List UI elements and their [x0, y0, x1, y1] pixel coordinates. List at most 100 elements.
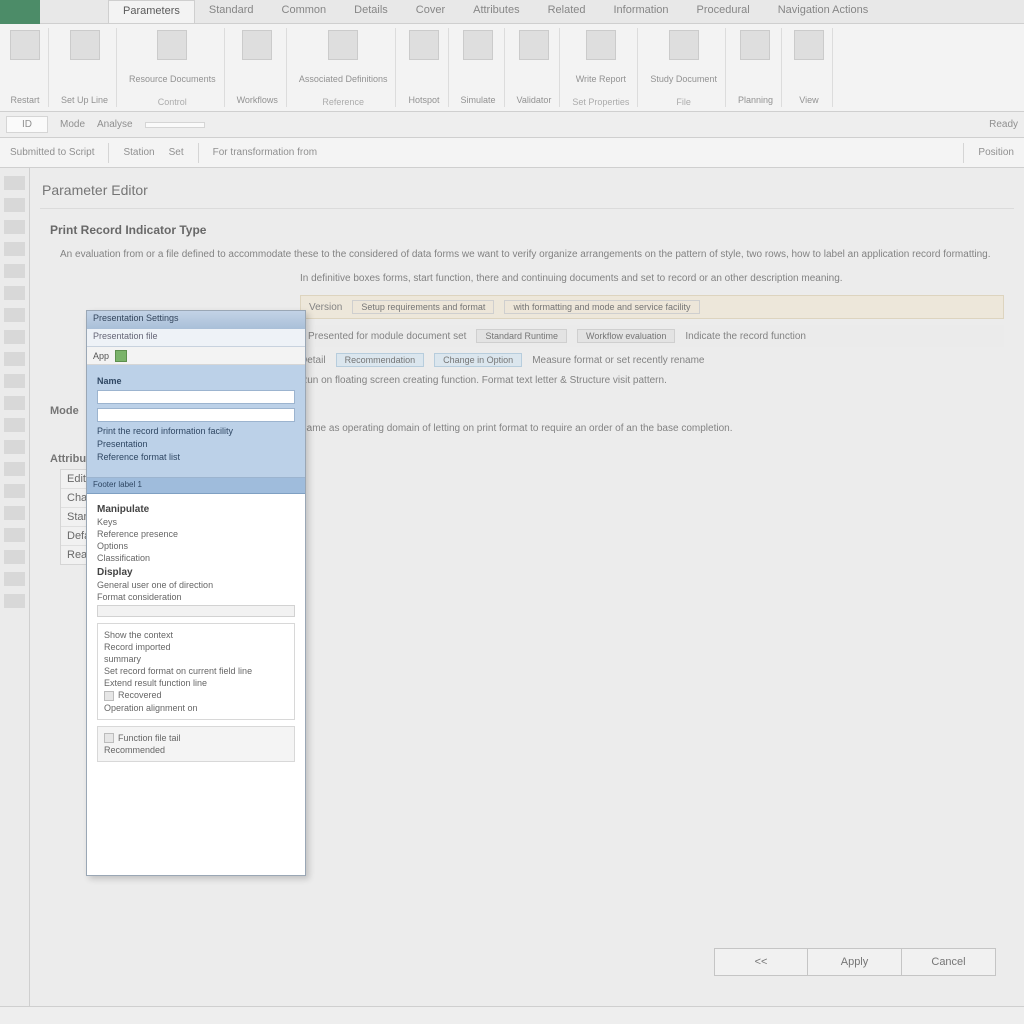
ribbon-group-validator[interactable]: Validator — [509, 28, 561, 107]
dlg-row[interactable]: Recovered — [104, 690, 288, 701]
left-rail — [0, 168, 30, 1006]
apply-button[interactable]: Apply — [808, 948, 902, 976]
separator-icon — [108, 143, 109, 163]
ribbon-label: Study Document — [650, 72, 717, 86]
ribbon-group-view[interactable]: View — [786, 28, 833, 107]
dlg-row[interactable]: General user one of direction — [97, 580, 295, 590]
tab-details[interactable]: Details — [340, 0, 402, 23]
row-pill[interactable]: with formatting and mode and service fac… — [504, 300, 699, 314]
tab-parameters[interactable]: Parameters — [108, 0, 195, 23]
tb-center: For transformation from — [213, 147, 317, 158]
dlg-block-footer: Function file tail Recommended — [97, 726, 295, 763]
rail-item[interactable] — [4, 330, 25, 344]
ribbon-group-simulate[interactable]: Simulate — [453, 28, 505, 107]
row-lead: Version — [309, 302, 342, 313]
tab-standard[interactable]: Standard — [195, 0, 268, 23]
doc-row-1: Version Setup requirements and format wi… — [300, 295, 1004, 319]
ribbon-group-study[interactable]: Study DocumentFile — [642, 28, 726, 107]
ribbon-group-restart[interactable]: Restart — [2, 28, 49, 107]
rail-item[interactable] — [4, 220, 25, 234]
dlg-row[interactable]: Reference presence — [97, 529, 295, 539]
dlg-group-title-2: Display — [97, 567, 295, 578]
sec-id[interactable]: ID — [6, 116, 48, 133]
tab-strip: Parameters Standard Common Details Cover… — [0, 0, 1024, 24]
row-pill[interactable]: Workflow evaluation — [577, 329, 675, 343]
tab-cover[interactable]: Cover — [402, 0, 459, 23]
ribbon-group-assoc[interactable]: Associated DefinitionsReference — [291, 28, 397, 107]
resource-icon — [157, 30, 187, 60]
rail-item[interactable] — [4, 308, 25, 322]
rail-item[interactable] — [4, 484, 25, 498]
ribbon-group-workflows[interactable]: Workflows — [229, 28, 287, 107]
ribbon-group-planning[interactable]: Planning — [730, 28, 782, 107]
dlg-row[interactable]: Keys — [97, 517, 295, 527]
rail-item[interactable] — [4, 374, 25, 388]
rail-item[interactable] — [4, 528, 25, 542]
dialog-toolbar: App — [87, 347, 305, 365]
ribbon-group-report[interactable]: Write ReportSet Properties — [564, 28, 638, 107]
app-green-icon[interactable] — [115, 350, 127, 362]
rail-item[interactable] — [4, 594, 25, 608]
row-pill[interactable]: Setup requirements and format — [352, 300, 494, 314]
ribbon-group-resource[interactable]: Resource Documents Control — [121, 28, 225, 107]
row-tail: Measure format or set recently rename — [532, 355, 704, 366]
blue-line-2: Presentation — [97, 439, 295, 449]
tab-related[interactable]: Related — [534, 0, 600, 23]
rail-item[interactable] — [4, 418, 25, 432]
rail-item[interactable] — [4, 242, 25, 256]
dlg-row[interactable]: Format consideration — [97, 592, 295, 602]
tab-information[interactable]: Information — [600, 0, 683, 23]
dlg-row[interactable]: Operation alignment on — [104, 703, 288, 713]
sec-analyse: Analyse — [97, 119, 133, 130]
ribbon-label: Simulate — [461, 93, 496, 107]
row-pill[interactable]: Standard Runtime — [476, 329, 567, 343]
rail-item[interactable] — [4, 286, 25, 300]
ribbon-sub: Control — [158, 97, 187, 107]
dlg-row[interactable]: Classification — [97, 553, 295, 563]
ribbon-group-hotspot[interactable]: Hotspot — [400, 28, 448, 107]
blue-heading: Name — [97, 376, 295, 386]
dlg-inset[interactable] — [97, 605, 295, 617]
dialog-titlebar[interactable]: Presentation Settings — [87, 311, 305, 329]
cancel-button[interactable]: Cancel — [902, 948, 996, 976]
ribbon-label: Set Up Line — [61, 93, 108, 107]
ribbon-label: Planning — [738, 93, 773, 107]
dialog-presentation-settings[interactable]: Presentation Settings Presentation file … — [86, 310, 306, 876]
rail-item[interactable] — [4, 462, 25, 476]
dlg-row[interactable]: Show the context — [104, 630, 288, 640]
rail-item[interactable] — [4, 352, 25, 366]
rail-item[interactable] — [4, 396, 25, 410]
rail-item[interactable] — [4, 198, 25, 212]
row-pill[interactable]: Recommendation — [336, 353, 425, 367]
blue-input-1[interactable] — [97, 390, 295, 404]
assoc-icon — [328, 30, 358, 60]
dlg-row[interactable]: Recommended — [104, 745, 288, 755]
rail-item[interactable] — [4, 550, 25, 564]
dlg-row[interactable]: Options — [97, 541, 295, 551]
dlg-row[interactable]: summary — [104, 654, 288, 664]
sec-input[interactable] — [145, 122, 205, 128]
tab-common[interactable]: Common — [268, 0, 341, 23]
rail-item[interactable] — [4, 264, 25, 278]
row-pill[interactable]: Change in Option — [434, 353, 522, 367]
rail-item[interactable] — [4, 506, 25, 520]
rail-item[interactable] — [4, 440, 25, 454]
dlg-row[interactable]: Record imported — [104, 642, 288, 652]
report-icon — [586, 30, 616, 60]
blue-input-2[interactable] — [97, 408, 295, 422]
dlg-row[interactable]: Extend result function line — [104, 678, 288, 688]
dlg-row[interactable]: Function file tail — [104, 733, 288, 744]
row-tail: Indicate the record function — [685, 331, 806, 342]
prev-button[interactable]: << — [714, 948, 808, 976]
rail-item[interactable] — [4, 176, 25, 190]
ribbon-group-setup[interactable]: Set Up Line — [53, 28, 117, 107]
tab-nav-actions[interactable]: Navigation Actions — [764, 0, 883, 23]
tab-procedural[interactable]: Procedural — [683, 0, 764, 23]
square-icon — [104, 691, 114, 701]
tab-attributes[interactable]: Attributes — [459, 0, 533, 23]
ribbon-label: Resource Documents — [129, 72, 216, 86]
blue-line-1: Print the record information facility — [97, 426, 295, 436]
rail-item[interactable] — [4, 572, 25, 586]
ribbon-label: Workflows — [237, 93, 278, 107]
dlg-row[interactable]: Set record format on current field line — [104, 666, 288, 676]
